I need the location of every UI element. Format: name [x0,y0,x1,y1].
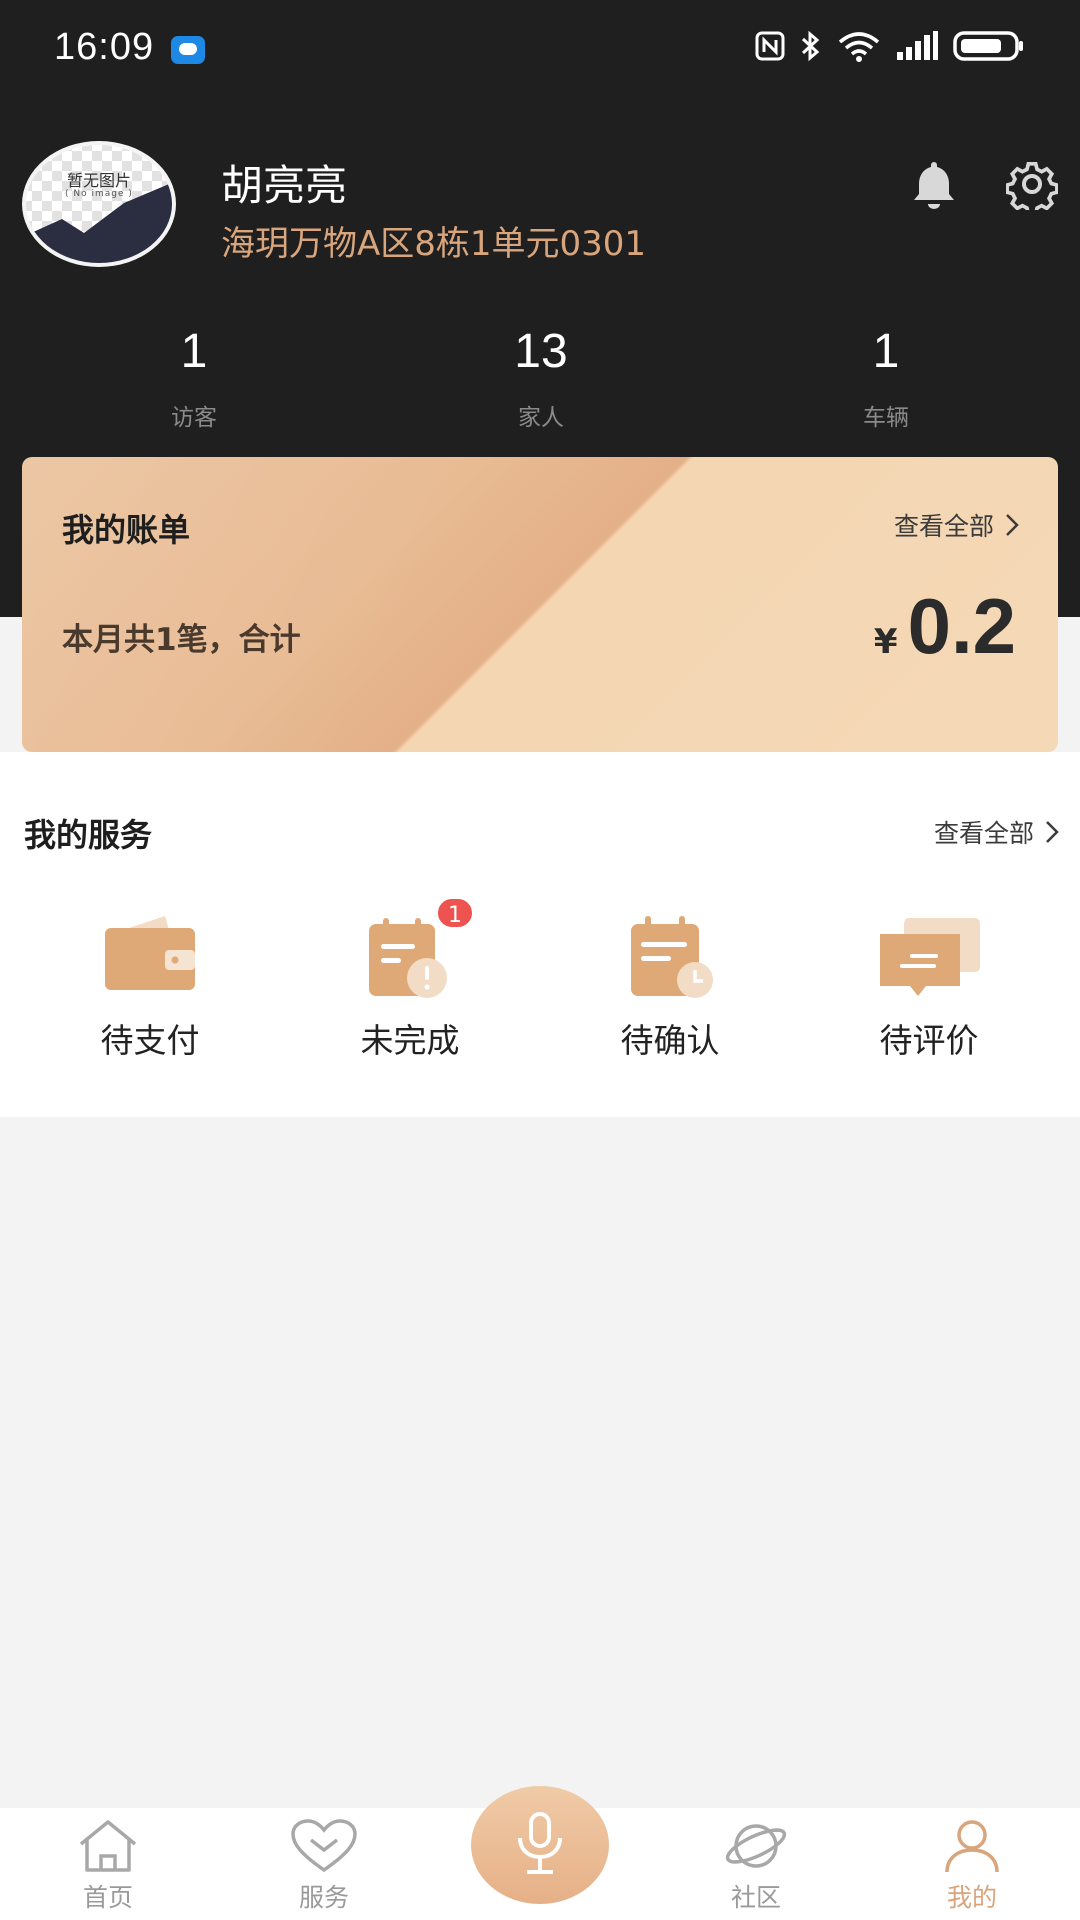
gear-icon[interactable] [1005,158,1059,216]
user-address: 海玥万物A区8栋1单元0301 [221,224,647,264]
stat-value: 1 [872,325,900,378]
clipboard-clock-icon [615,912,725,1002]
services-title: 我的服务 [24,816,153,854]
clipboard-alert-icon: 1 [355,896,475,1002]
tab-label: 首页 [82,1883,133,1912]
tab-mine[interactable]: 我的 [902,1818,1042,1914]
bill-title: 我的账单 [62,511,191,549]
tab-community[interactable]: 社区 [686,1818,826,1914]
home-icon [79,1820,137,1872]
voice-button[interactable] [471,1786,609,1904]
bell-icon[interactable] [908,158,960,214]
service-label: 待确认 [620,1021,720,1060]
services-view-all-link[interactable]: 查看全部 [934,814,1060,850]
tab-label: 我的 [946,1883,997,1912]
bill-amount: ¥ 0.2 [874,581,1016,672]
message-notification-icon [171,36,205,64]
tab-home[interactable]: 首页 [38,1818,178,1914]
battery-icon [953,31,1023,61]
stat-vehicles[interactable]: 1 车辆 [786,322,986,432]
chevron-right-icon [1046,821,1059,843]
bill-summary: 本月共1笔，合计 [62,622,301,658]
tab-services[interactable]: 服务 [254,1818,394,1914]
stat-family[interactable]: 13 家人 [441,322,641,432]
bill-card[interactable]: 我的账单 查看全部 本月共1笔，合计 ¥ 0.2 [22,457,1058,752]
avatar-placeholder-text: 暂无图片 [66,171,131,190]
service-incomplete[interactable]: 1 未完成 [310,896,510,1062]
status-bar: 16:09 [0,0,1080,100]
bill-amount-value: 0.2 [907,582,1016,670]
chat-bubbles-icon [874,912,984,1002]
wallet-icon [95,912,205,1002]
services-view-all-label: 查看全部 [933,819,1034,848]
bill-view-all-label: 查看全部 [893,512,994,541]
person-icon [945,1820,999,1873]
bill-currency: ¥ [873,622,898,662]
wifi-icon [838,32,880,62]
chevron-right-icon [1006,514,1019,536]
service-label: 待支付 [100,1021,200,1060]
notification-badge: 1 [435,896,475,930]
status-time: 16:09 [54,26,155,68]
service-pending-review[interactable]: 待评价 [829,912,1029,1062]
service-pending-confirmation[interactable]: 待确认 [570,912,770,1062]
stat-label: 家人 [518,405,564,431]
service-label: 待评价 [879,1021,979,1060]
stat-label: 车辆 [863,405,909,431]
signal-icon [897,31,938,60]
stat-value: 1 [180,325,208,378]
user-name: 胡亮亮 [221,161,348,210]
stat-visitors[interactable]: 1 访客 [94,322,294,432]
service-label: 未完成 [360,1021,460,1060]
avatar[interactable]: 暂无图片 ( No image ) [22,141,176,267]
stat-value: 13 [514,325,568,378]
service-pending-payment[interactable]: 待支付 [50,912,250,1062]
nfc-icon [755,31,785,61]
stat-label: 访客 [171,405,217,431]
bluetooth-icon [801,30,820,62]
planet-icon [725,1824,787,1868]
tab-label: 社区 [730,1883,781,1912]
services-section: 我的服务 查看全部 待支付 1 未完成 待确认 待评价 [0,752,1080,1117]
avatar-placeholder-subtext: ( No image ) [65,189,133,199]
heart-icon [291,1819,357,1873]
microphone-icon [518,1812,562,1874]
system-status-icons [755,30,1025,62]
tab-label: 服务 [298,1883,349,1912]
bill-view-all-link[interactable]: 查看全部 [894,507,1020,543]
